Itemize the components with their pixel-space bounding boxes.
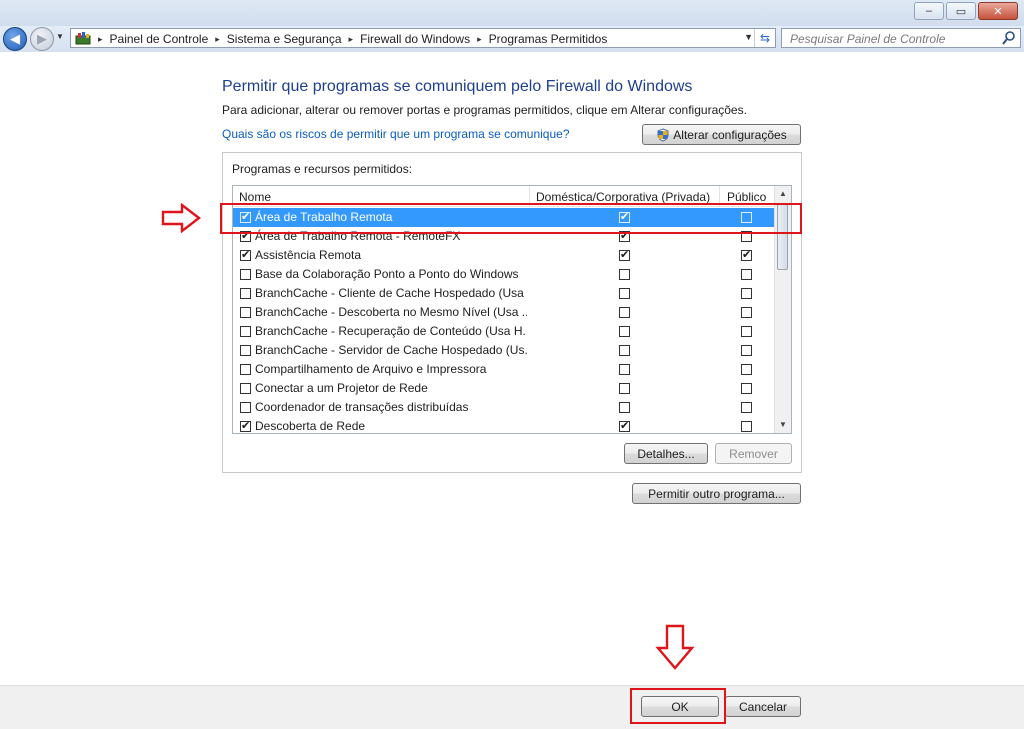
search-input[interactable] — [788, 30, 992, 48]
refresh-button[interactable]: ⇆ — [754, 29, 775, 47]
public-network-checkbox[interactable] — [741, 269, 752, 280]
public-network-checkbox[interactable] — [741, 248, 752, 262]
program-name: BranchCache - Descoberta no Mesmo Nível … — [255, 305, 527, 319]
search-icon[interactable] — [1002, 30, 1016, 46]
table-row[interactable]: BranchCache - Cliente de Cache Hospedado… — [233, 284, 777, 303]
table-row[interactable]: BranchCache - Servidor de Cache Hospedad… — [233, 341, 777, 360]
table-row[interactable]: Coordenador de transações distribuídas — [233, 398, 777, 417]
program-name: Base da Colaboração Ponto a Ponto do Win… — [255, 267, 519, 281]
table-row[interactable]: Compartilhamento de Arquivo e Impressora — [233, 360, 777, 379]
refresh-icon: ⇆ — [759, 31, 771, 45]
enable-checkbox[interactable] — [240, 269, 251, 280]
public-network-checkbox[interactable] — [741, 364, 752, 375]
table-row[interactable]: BranchCache - Recuperação de Conteúdo (U… — [233, 322, 777, 341]
breadcrumb-separator-icon[interactable]: ▸ — [212, 34, 223, 45]
cancel-button[interactable]: Cancelar — [725, 696, 801, 717]
program-name: Assistência Remota — [255, 248, 362, 262]
navigation-bar: ◀ ▶ ▼ ▸ Painel de Controle ▸ Sistema e S… — [0, 26, 1024, 52]
uac-shield-icon — [657, 127, 669, 142]
minimize-button[interactable]: ‒ — [914, 2, 944, 20]
details-button[interactable]: Detalhes... — [624, 443, 708, 464]
program-name: BranchCache - Servidor de Cache Hospedad… — [255, 343, 527, 357]
search-box[interactable] — [781, 28, 1021, 48]
program-name: Compartilhamento de Arquivo e Impressora — [255, 362, 487, 376]
table-row[interactable]: Conectar a um Projetor de Rede — [233, 379, 777, 398]
column-header-name[interactable]: Nome — [239, 190, 271, 204]
maximize-button[interactable]: ▭ — [946, 2, 976, 20]
enable-checkbox[interactable] — [240, 307, 251, 318]
enable-checkbox[interactable] — [240, 364, 251, 375]
private-network-checkbox[interactable] — [619, 345, 630, 356]
close-button[interactable]: ✕ — [978, 2, 1018, 20]
risk-help-link[interactable]: Quais são os riscos de permitir que um p… — [222, 127, 570, 141]
table-row[interactable]: Base da Colaboração Ponto a Ponto do Win… — [233, 265, 777, 284]
table-row[interactable]: BranchCache - Descoberta no Mesmo Nível … — [233, 303, 777, 322]
column-header-public[interactable]: Público — [727, 190, 766, 204]
group-label: Programas e recursos permitidos: — [232, 162, 413, 176]
address-dropdown-icon[interactable]: ▼ — [744, 32, 753, 42]
private-network-checkbox[interactable] — [619, 269, 630, 280]
private-network-checkbox[interactable] — [619, 307, 630, 318]
program-name: BranchCache - Cliente de Cache Hospedado… — [255, 286, 527, 300]
enable-checkbox[interactable] — [240, 326, 251, 337]
breadcrumb-allowed-programs[interactable]: Programas Permitidos — [485, 32, 612, 46]
breadcrumb-separator-icon[interactable]: ▸ — [95, 34, 106, 45]
scroll-down-icon[interactable]: ▼ — [775, 417, 791, 433]
table-row[interactable]: Descoberta de Rede — [233, 417, 777, 433]
private-network-checkbox[interactable] — [619, 419, 630, 433]
breadcrumb-windows-firewall[interactable]: Firewall do Windows — [356, 32, 474, 46]
back-arrow-icon: ◀ — [10, 31, 20, 46]
public-network-checkbox[interactable] — [741, 307, 752, 318]
public-network-checkbox[interactable] — [741, 326, 752, 337]
dialog-footer — [0, 685, 1024, 729]
forward-button[interactable]: ▶ — [30, 27, 54, 51]
public-network-checkbox[interactable] — [741, 383, 752, 394]
private-network-checkbox[interactable] — [619, 364, 630, 375]
window-title-bar: ‒ ▭ ✕ — [0, 0, 1024, 28]
highlight-box-ok — [630, 688, 726, 724]
private-network-checkbox[interactable] — [619, 402, 630, 413]
page-title: Permitir que programas se comuniquem pel… — [222, 78, 693, 95]
back-button[interactable]: ◀ — [3, 27, 27, 51]
program-name: Coordenador de transações distribuídas — [255, 400, 469, 414]
page-subtitle: Para adicionar, alterar ou remover porta… — [222, 103, 747, 117]
public-network-checkbox[interactable] — [741, 345, 752, 356]
breadcrumb-separator-icon[interactable]: ▸ — [474, 34, 485, 45]
column-header-private[interactable]: Doméstica/Corporativa (Privada) — [536, 190, 710, 204]
breadcrumb: ▸ Painel de Controle ▸ Sistema e Seguran… — [95, 32, 611, 46]
address-bar[interactable]: ▸ Painel de Controle ▸ Sistema e Seguran… — [70, 28, 776, 48]
program-name: BranchCache - Recuperação de Conteúdo (U… — [255, 324, 527, 338]
public-network-checkbox[interactable] — [741, 288, 752, 299]
private-network-checkbox[interactable] — [619, 248, 630, 262]
control-panel-icon — [75, 32, 91, 45]
down-arrow-annotation-icon — [655, 624, 695, 670]
enable-checkbox[interactable] — [240, 248, 251, 262]
breadcrumb-control-panel[interactable]: Painel de Controle — [106, 32, 213, 46]
change-settings-label: Alterar configurações — [673, 127, 787, 142]
enable-checkbox[interactable] — [240, 402, 251, 413]
public-network-checkbox[interactable] — [741, 421, 752, 432]
program-name: Descoberta de Rede — [255, 419, 366, 433]
forward-arrow-icon: ▶ — [37, 31, 47, 46]
breadcrumb-system-security[interactable]: Sistema e Segurança — [223, 32, 346, 46]
enable-checkbox[interactable] — [240, 383, 251, 394]
public-network-checkbox[interactable] — [741, 402, 752, 413]
window-controls: ‒ ▭ ✕ — [914, 2, 1018, 20]
private-network-checkbox[interactable] — [619, 383, 630, 394]
highlight-box-selected-row — [220, 203, 802, 234]
program-name: Conectar a um Projetor de Rede — [255, 381, 428, 395]
scroll-up-icon[interactable]: ▲ — [775, 186, 791, 202]
table-row[interactable]: Assistência Remota — [233, 246, 777, 265]
breadcrumb-separator-icon[interactable]: ▸ — [346, 34, 357, 45]
allow-another-program-button[interactable]: Permitir outro programa... — [632, 483, 801, 504]
enable-checkbox[interactable] — [240, 288, 251, 299]
private-network-checkbox[interactable] — [619, 288, 630, 299]
recent-pages-dropdown-icon[interactable]: ▼ — [56, 32, 64, 41]
private-network-checkbox[interactable] — [619, 326, 630, 337]
enable-checkbox[interactable] — [240, 345, 251, 356]
right-arrow-annotation-icon — [161, 203, 201, 233]
remove-button[interactable]: Remover — [715, 443, 792, 464]
change-settings-button[interactable]: Alterar configurações — [642, 124, 801, 145]
enable-checkbox[interactable] — [240, 419, 251, 433]
